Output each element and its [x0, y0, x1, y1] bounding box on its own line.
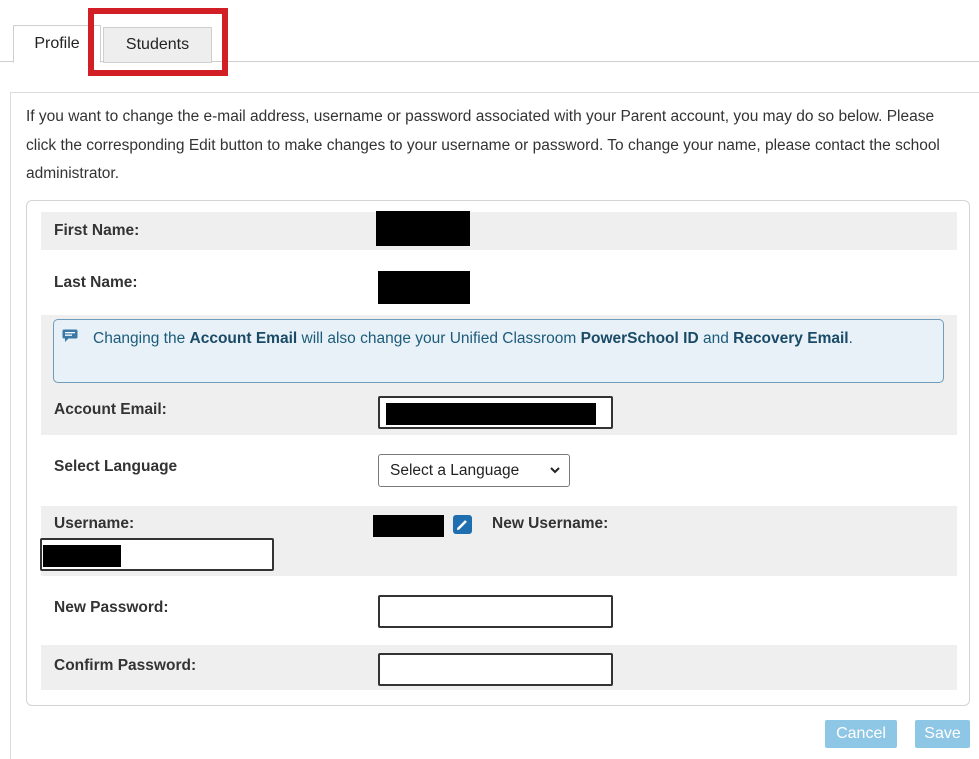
chat-bubble-icon — [62, 329, 78, 342]
new-password-input[interactable] — [378, 595, 613, 628]
select-language-label: Select Language — [54, 458, 178, 475]
cancel-button[interactable]: Cancel — [825, 720, 897, 748]
pencil-edit-icon[interactable] — [453, 515, 472, 534]
first-name-value-redacted — [376, 211, 470, 246]
notice-account-email: Account Email — [189, 330, 298, 347]
annotation-highlight-box — [88, 8, 228, 76]
intro-text: If you want to change the e-mail address… — [26, 108, 940, 182]
username-label: Username: — [54, 515, 135, 532]
username-value-redacted — [373, 515, 444, 537]
first-name-row — [41, 212, 957, 250]
notice-recovery-email: Recovery Email — [733, 330, 849, 347]
new-username-value-redacted — [43, 545, 121, 567]
account-email-label: Account Email: — [54, 401, 167, 418]
language-select[interactable]: Select a Language — [378, 454, 570, 487]
save-button[interactable]: Save — [915, 720, 970, 748]
new-password-label: New Password: — [54, 599, 169, 616]
account-email-input[interactable] — [378, 396, 613, 429]
profile-form — [26, 200, 970, 706]
chevron-down-icon — [550, 467, 560, 474]
new-username-label: New Username: — [492, 515, 609, 532]
last-name-label: Last Name: — [54, 274, 138, 291]
new-username-input[interactable] — [40, 538, 274, 571]
first-name-label: First Name: — [54, 222, 140, 239]
account-email-notice-text: Changing the Account Email will also cha… — [93, 330, 853, 347]
last-name-value-redacted — [378, 271, 470, 304]
confirm-password-label: Confirm Password: — [54, 657, 197, 674]
language-select-value: Select a Language — [390, 461, 520, 479]
account-email-value-redacted — [386, 403, 596, 425]
notice-powerschool-id: PowerSchool ID — [580, 330, 699, 347]
confirm-password-input[interactable] — [378, 653, 613, 686]
